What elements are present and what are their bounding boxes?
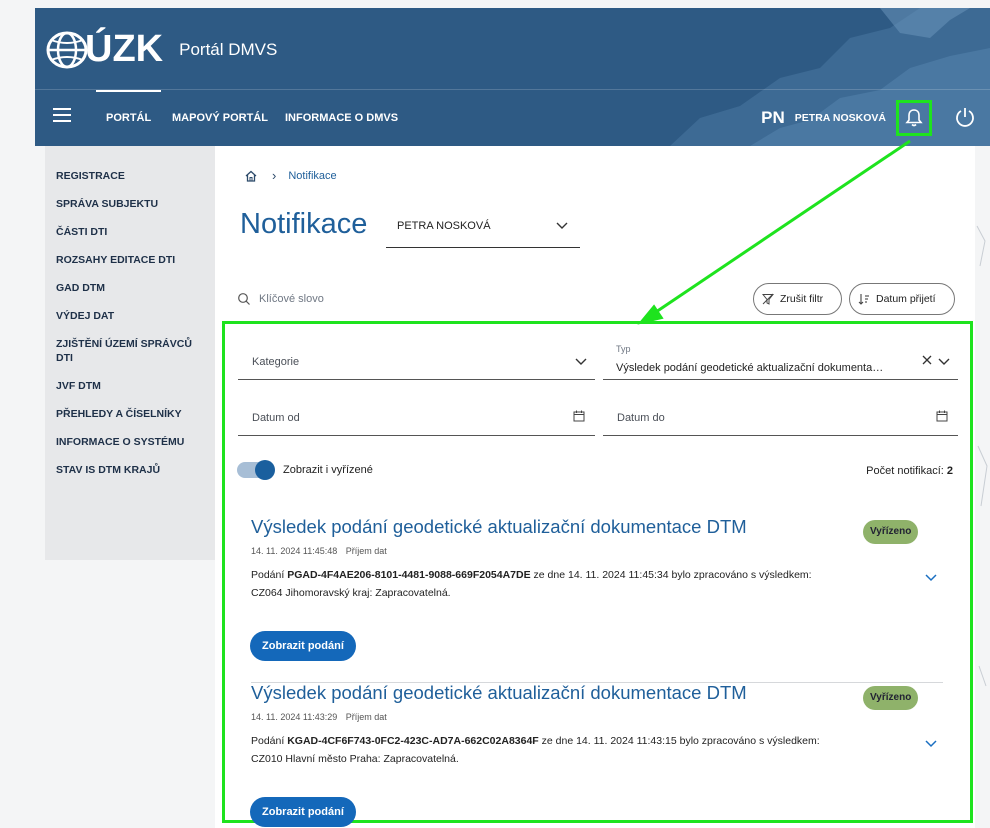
date-to-field[interactable]: Datum do bbox=[603, 390, 958, 436]
map-background bbox=[976, 225, 988, 687]
page-title: Notifikace bbox=[240, 208, 368, 240]
chevron-down-icon bbox=[938, 358, 950, 365]
notification-date: 14. 11. 2024 11:43:29 bbox=[251, 712, 338, 722]
sidebar-item-sprava-subjektu[interactable]: SPRÁVA SUBJEKTU bbox=[45, 190, 215, 218]
notification-type: Příjem dat bbox=[345, 546, 387, 556]
submission-id: KGAD-4CF6F743-0FC2-423C-AD7A-662C02A8364… bbox=[287, 735, 539, 747]
power-icon[interactable] bbox=[954, 106, 976, 128]
user-menu[interactable]: PN PETRA NOSKOVÁ bbox=[761, 90, 886, 146]
show-resolved-row: Zobrazit i vyřízené bbox=[237, 460, 373, 480]
sidebar-item-prehledy[interactable]: PŘEHLEDY A ČÍSELNÍKY bbox=[45, 400, 215, 428]
category-select[interactable]: Kategorie bbox=[238, 334, 595, 380]
notification-title[interactable]: Výsledek podání geodetické aktualizační … bbox=[251, 682, 747, 704]
sidebar-item-informace-system[interactable]: INFORMACE O SYSTÉMU bbox=[45, 428, 215, 456]
chevron-right-icon: › bbox=[272, 168, 277, 183]
notification-body: Podání PGAD-4F4AE206-8101-4481-9088-669F… bbox=[251, 566, 891, 602]
nav-map-portal[interactable]: MAPOVÝ PORTÁL bbox=[172, 90, 268, 146]
clear-filter-label: Zrušit filtr bbox=[780, 293, 824, 305]
show-resolved-toggle[interactable] bbox=[237, 460, 275, 480]
chevron-down-icon bbox=[556, 222, 568, 229]
cuzk-globe-icon bbox=[46, 31, 88, 68]
status-badge: Vyřízeno bbox=[863, 686, 919, 710]
notification-prefix: Podání bbox=[251, 569, 285, 581]
calendar-icon[interactable] bbox=[573, 410, 585, 422]
sidebar-item-vydej-dat[interactable]: VÝDEJ DAT bbox=[45, 302, 215, 330]
portal-name: Portál DMVS bbox=[179, 39, 278, 59]
filter-off-icon bbox=[762, 293, 774, 305]
date-from-label: Datum od bbox=[252, 412, 300, 424]
type-value: Výsledek podání geodetické aktualizační … bbox=[616, 362, 886, 374]
sort-date-button[interactable]: Datum přijetí bbox=[849, 283, 955, 315]
category-label: Kategorie bbox=[252, 356, 300, 368]
chevron-down-icon bbox=[575, 358, 587, 365]
sidebar-item-gad-dtm[interactable]: GAD DTM bbox=[45, 274, 215, 302]
search-input[interactable]: Klíčové slovo bbox=[237, 289, 677, 309]
home-icon[interactable] bbox=[244, 169, 258, 183]
sidebar-item-rozsahy-editace[interactable]: ROZSAHY EDITACE DTI bbox=[45, 246, 215, 274]
sidebar-item-zjisteni-uzemi[interactable]: ZJIŠTĚNÍ ÚZEMÍ SPRÁVCŮ DTI bbox=[45, 330, 215, 372]
expand-chevron-icon[interactable] bbox=[925, 574, 937, 582]
date-to-label: Datum do bbox=[617, 412, 665, 424]
nav-portal[interactable]: PORTÁL bbox=[95, 90, 162, 146]
calendar-icon[interactable] bbox=[936, 410, 948, 422]
clear-filter-button[interactable]: Zrušit filtr bbox=[753, 283, 842, 315]
notification-suffix: ze dne 14. 11. 2024 11:43:15 bylo zpraco… bbox=[541, 735, 820, 747]
avatar: PN bbox=[761, 108, 785, 127]
notification-count-label: Počet notifikací: bbox=[866, 465, 944, 477]
notification-body: Podání KGAD-4CF6F743-0FC2-423C-AD7A-662C… bbox=[251, 732, 891, 768]
notification-meta: 14. 11. 2024 11:43:29 Příjem dat bbox=[251, 712, 387, 722]
status-badge: Vyřízeno bbox=[863, 520, 919, 544]
notification-date: 14. 11. 2024 11:45:48 bbox=[251, 546, 338, 556]
bell-icon bbox=[905, 109, 923, 127]
date-from-field[interactable]: Datum od bbox=[238, 390, 595, 436]
sidebar-item-casti-dti[interactable]: ČÁSTI DTI bbox=[45, 218, 215, 246]
sort-date-label: Datum přijetí bbox=[876, 293, 936, 305]
notification-suffix: ze dne 14. 11. 2024 11:45:34 bylo zpraco… bbox=[533, 569, 812, 581]
notification-result: CZ010 Hlavní město Praha: Zapracovatelná… bbox=[251, 753, 459, 765]
breadcrumb: › Notifikace bbox=[244, 168, 337, 183]
user-select-value: PETRA NOSKOVÁ bbox=[397, 220, 491, 232]
notification-card: Výsledek podání geodetické aktualizační … bbox=[237, 516, 957, 686]
breadcrumb-current[interactable]: Notifikace bbox=[288, 170, 336, 182]
user-select[interactable]: PETRA NOSKOVÁ bbox=[386, 214, 580, 248]
notification-count-value: 2 bbox=[946, 465, 953, 477]
sidebar-item-stav-is[interactable]: STAV IS DTM KRAJŮ bbox=[45, 456, 215, 484]
nav-dmvs-info[interactable]: INFORMACE O DMVS bbox=[285, 90, 398, 146]
user-name: PETRA NOSKOVÁ bbox=[794, 112, 886, 124]
notification-prefix: Podání bbox=[251, 735, 285, 747]
brand[interactable]: ÚZK Portál DMVS bbox=[45, 28, 277, 71]
notification-card: Výsledek podání geodetické aktualizační … bbox=[237, 682, 957, 828]
submission-id: PGAD-4F4AE206-8101-4481-9088-669F2054A7D… bbox=[287, 569, 531, 581]
search-icon bbox=[238, 293, 250, 305]
notifications-button[interactable] bbox=[896, 100, 932, 136]
notification-meta: 14. 11. 2024 11:45:48 Příjem dat bbox=[251, 546, 387, 556]
show-submission-button[interactable]: Zobrazit podání bbox=[250, 797, 356, 827]
sidebar: REGISTRACE SPRÁVA SUBJEKTU ČÁSTI DTI ROZ… bbox=[45, 146, 215, 560]
sidebar-item-jvf-dtm[interactable]: JVF DTM bbox=[45, 372, 215, 400]
type-label: Typ bbox=[616, 344, 631, 354]
sidebar-item-registrace[interactable]: REGISTRACE bbox=[45, 162, 215, 190]
notification-type: Příjem dat bbox=[345, 712, 387, 722]
show-submission-button[interactable]: Zobrazit podání bbox=[250, 631, 356, 661]
expand-chevron-icon[interactable] bbox=[925, 740, 937, 748]
sort-icon bbox=[858, 294, 869, 305]
notification-title[interactable]: Výsledek podání geodetické aktualizační … bbox=[251, 516, 747, 538]
show-resolved-label: Zobrazit i vyřízené bbox=[283, 464, 373, 476]
type-select[interactable]: Typ Výsledek podání geodetické aktualiza… bbox=[603, 334, 958, 380]
search-placeholder: Klíčové slovo bbox=[259, 293, 324, 305]
main-content: › Notifikace Notifikace PETRA NOSKOVÁ Kl… bbox=[215, 146, 975, 828]
main-nav: PORTÁL MAPOVÝ PORTÁL INFORMACE O DMVS PN… bbox=[35, 90, 990, 146]
logo-text: ÚZK bbox=[85, 28, 164, 70]
close-icon[interactable] bbox=[922, 355, 932, 365]
app-header: ÚZK Portál DMVS PORTÁL MAPOVÝ PORTÁL INF… bbox=[35, 8, 990, 146]
notification-result: CZ064 Jihomoravský kraj: Zapracovatelná. bbox=[251, 587, 451, 599]
hamburger-menu-icon[interactable] bbox=[53, 108, 71, 122]
notification-count: Počet notifikací: 2 bbox=[866, 465, 953, 477]
